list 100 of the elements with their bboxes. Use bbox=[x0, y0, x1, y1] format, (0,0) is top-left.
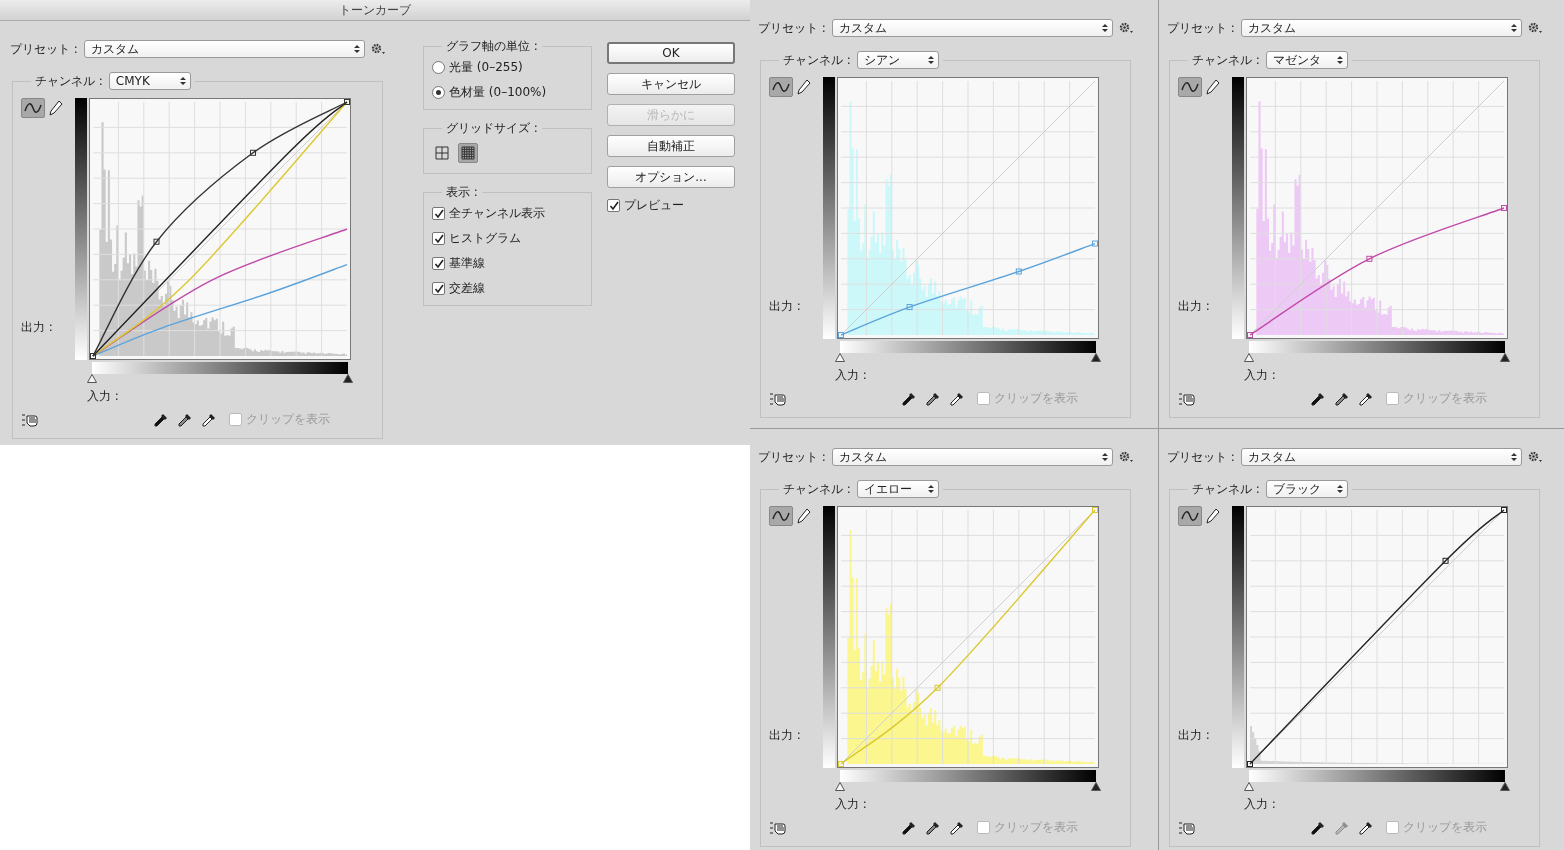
eyedropper-icon[interactable] bbox=[901, 819, 917, 836]
channel-dropdown[interactable]: マゼンタ bbox=[1265, 51, 1348, 69]
checkbox[interactable] bbox=[977, 392, 990, 405]
slider-handle[interactable] bbox=[343, 374, 353, 383]
radio-label: 光量 (0–255) bbox=[449, 59, 523, 76]
curve-tool-button[interactable] bbox=[769, 77, 793, 97]
hand-icon[interactable] bbox=[21, 411, 41, 428]
checkbox-label: ヒストグラム bbox=[449, 230, 521, 247]
eyedropper-icon[interactable] bbox=[901, 390, 917, 407]
dropdown-arrows-icon bbox=[1511, 452, 1517, 462]
channel-dropdown[interactable]: ブラック bbox=[1265, 480, 1348, 498]
channel-label: チャンネル : bbox=[35, 72, 103, 90]
checkbox[interactable] bbox=[977, 821, 990, 834]
channel-dropdown[interactable]: シアン bbox=[856, 51, 939, 69]
dropdown-arrows-icon bbox=[354, 44, 360, 54]
radio-label: 色材量 (0–100%) bbox=[449, 84, 547, 101]
eyedropper-icon[interactable] bbox=[925, 390, 941, 407]
pencil-icon[interactable] bbox=[49, 100, 63, 116]
settings-icon[interactable] bbox=[1119, 451, 1133, 463]
slider-handle[interactable] bbox=[87, 374, 97, 383]
group-title: グリッドサイズ : bbox=[445, 120, 539, 137]
input-label: 入力 : bbox=[1244, 367, 1276, 384]
preset-dropdown[interactable]: カスタム bbox=[831, 19, 1113, 37]
curve-tool-button[interactable] bbox=[1178, 506, 1202, 526]
checkmark-icon bbox=[433, 258, 444, 269]
input-label: 入力 : bbox=[87, 388, 119, 405]
preset-dropdown[interactable]: カスタム bbox=[1240, 19, 1522, 37]
pencil-icon[interactable] bbox=[797, 79, 811, 95]
checkbox[interactable] bbox=[607, 199, 620, 212]
dialog-button[interactable]: OK bbox=[607, 42, 735, 64]
input-label: 入力 : bbox=[835, 367, 867, 384]
checkbox[interactable] bbox=[229, 413, 242, 426]
window-title: トーンカーブ bbox=[0, 0, 750, 21]
eyedropper-icon[interactable] bbox=[949, 819, 965, 836]
slider-handle[interactable] bbox=[835, 353, 845, 362]
hand-icon[interactable] bbox=[1178, 819, 1198, 836]
radio-button[interactable] bbox=[432, 86, 445, 99]
checkbox[interactable] bbox=[432, 207, 445, 220]
dropdown-arrows-icon bbox=[1102, 23, 1108, 33]
output-label: 出力 : bbox=[769, 298, 802, 315]
pencil-icon[interactable] bbox=[797, 508, 811, 524]
channel-dropdown[interactable]: CMYK bbox=[108, 72, 191, 90]
settings-icon[interactable] bbox=[1528, 451, 1542, 463]
eyedropper-icon[interactable] bbox=[201, 411, 217, 428]
checkbox-label: 交差線 bbox=[449, 280, 485, 297]
channel-label: チャンネル : bbox=[783, 51, 851, 69]
curve-tool-button[interactable] bbox=[1178, 77, 1202, 97]
checkmark-icon bbox=[433, 233, 444, 244]
eyedropper-icon[interactable] bbox=[177, 411, 193, 428]
eyedropper-icon[interactable] bbox=[1334, 390, 1350, 407]
slider-handle[interactable] bbox=[1091, 782, 1101, 791]
slider-handle[interactable] bbox=[835, 782, 845, 791]
checkbox[interactable] bbox=[432, 282, 445, 295]
hand-icon[interactable] bbox=[1178, 390, 1198, 407]
eyedropper-icon[interactable] bbox=[949, 390, 965, 407]
grid-icon[interactable] bbox=[458, 143, 478, 163]
settings-icon[interactable] bbox=[371, 43, 385, 55]
slider-handle[interactable] bbox=[1244, 782, 1254, 791]
channel-label: チャンネル : bbox=[1192, 51, 1260, 69]
input-label: 入力 : bbox=[1244, 796, 1276, 813]
checkbox[interactable] bbox=[1386, 392, 1399, 405]
hand-icon[interactable] bbox=[769, 390, 789, 407]
preset-label: プリセット : bbox=[1167, 448, 1235, 466]
preset-label: プリセット : bbox=[758, 19, 826, 37]
eyedropper-icon[interactable] bbox=[153, 411, 169, 428]
channel-label: チャンネル : bbox=[783, 480, 851, 498]
slider-handle[interactable] bbox=[1500, 353, 1510, 362]
eyedropper-icon[interactable] bbox=[1310, 819, 1326, 836]
eyedropper-icon[interactable] bbox=[1358, 390, 1374, 407]
pencil-icon[interactable] bbox=[1206, 508, 1220, 524]
checkbox[interactable] bbox=[1386, 821, 1399, 834]
settings-icon[interactable] bbox=[1119, 22, 1133, 34]
preset-label: プリセット : bbox=[758, 448, 826, 466]
preset-label: プリセット : bbox=[10, 40, 78, 58]
dialog-button[interactable]: オプション... bbox=[607, 166, 735, 188]
input-label: 入力 : bbox=[835, 796, 867, 813]
hand-icon[interactable] bbox=[769, 819, 789, 836]
eyedropper-icon[interactable] bbox=[1358, 819, 1374, 836]
curve-tool-button[interactable] bbox=[769, 506, 793, 526]
settings-icon[interactable] bbox=[1528, 22, 1542, 34]
dialog-button[interactable]: キャンセル bbox=[607, 73, 735, 95]
checkbox-label: プレビュー bbox=[624, 197, 684, 214]
checkbox-label: 全チャンネル表示 bbox=[449, 205, 545, 222]
slider-handle[interactable] bbox=[1091, 353, 1101, 362]
radio-button[interactable] bbox=[432, 61, 445, 74]
dialog-button[interactable]: 自動補正 bbox=[607, 135, 735, 157]
slider-handle[interactable] bbox=[1244, 353, 1254, 362]
checkbox[interactable] bbox=[432, 232, 445, 245]
curve-tool-button[interactable] bbox=[21, 98, 45, 118]
channel-dropdown[interactable]: イエロー bbox=[856, 480, 939, 498]
eyedropper-icon[interactable] bbox=[925, 819, 941, 836]
checkbox[interactable] bbox=[432, 257, 445, 270]
preset-dropdown[interactable]: カスタム bbox=[1240, 448, 1522, 466]
pencil-icon[interactable] bbox=[1206, 79, 1220, 95]
channel-label: チャンネル : bbox=[1192, 480, 1260, 498]
preset-dropdown[interactable]: カスタム bbox=[831, 448, 1113, 466]
grid-icon[interactable] bbox=[432, 143, 452, 163]
preset-dropdown[interactable]: カスタム bbox=[83, 40, 365, 58]
slider-handle[interactable] bbox=[1500, 782, 1510, 791]
eyedropper-icon[interactable] bbox=[1310, 390, 1326, 407]
